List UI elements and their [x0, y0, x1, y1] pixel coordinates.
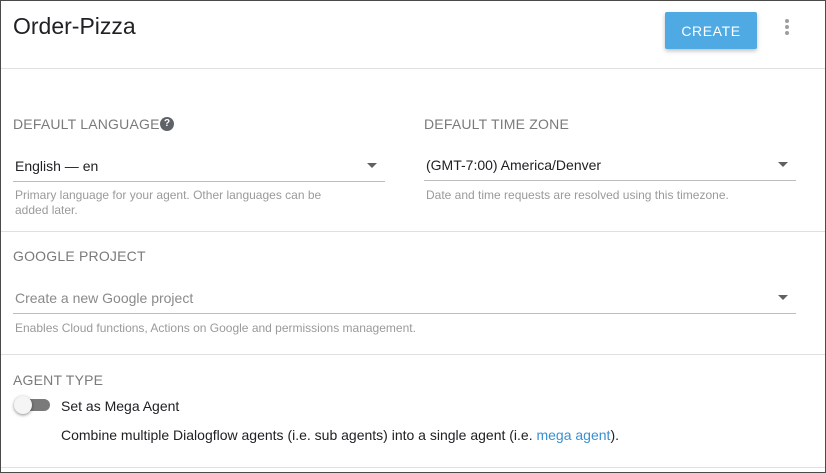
- default-language-value: English — en: [15, 158, 99, 174]
- default-time-zone-label: DEFAULT TIME ZONE: [424, 116, 569, 132]
- section-divider: [1, 354, 825, 355]
- default-language-hint-line-2: added later.: [15, 203, 78, 217]
- mega-agent-toggle-label: Set as Mega Agent: [61, 398, 180, 414]
- google-project-label: GOOGLE PROJECT: [13, 248, 146, 264]
- toggle-thumb: [14, 396, 32, 414]
- agent-name-title: Order-Pizza: [13, 13, 136, 39]
- default-language-hint-line-1: Primary language for your agent. Other l…: [15, 188, 322, 202]
- default-time-zone-value: (GMT-7:00) America/Denver: [426, 157, 602, 173]
- more-options-icon[interactable]: [779, 17, 795, 39]
- description-text-end: ).: [610, 427, 619, 443]
- header: Order-Pizza CREATE: [1, 1, 825, 69]
- agent-type-description: Combine multiple Dialogflow agents (i.e.…: [61, 427, 619, 443]
- create-button[interactable]: CREATE: [665, 12, 757, 49]
- mega-agent-link[interactable]: mega agent: [536, 427, 610, 443]
- agent-type-label: AGENT TYPE: [13, 372, 104, 388]
- google-project-placeholder: Create a new Google project: [15, 290, 194, 306]
- default-language-hint: Primary language for your agent. Other l…: [15, 188, 385, 218]
- mega-agent-toggle[interactable]: [14, 396, 50, 414]
- agent-settings-panel: Order-Pizza CREATE DEFAULT LANGUAGE ? En…: [0, 0, 826, 473]
- google-project-select[interactable]: Create a new Google project: [13, 284, 796, 314]
- dropdown-arrow-icon: [778, 295, 788, 300]
- default-language-select[interactable]: English — en: [13, 152, 385, 182]
- section-divider: [1, 467, 825, 468]
- default-language-label: DEFAULT LANGUAGE: [13, 116, 160, 132]
- description-text: Combine multiple Dialogflow agents (i.e.…: [61, 427, 537, 443]
- default-time-zone-hint: Date and time requests are resolved usin…: [426, 188, 729, 202]
- help-icon[interactable]: ?: [160, 117, 174, 131]
- google-project-hint: Enables Cloud functions, Actions on Goog…: [15, 321, 416, 335]
- dropdown-arrow-icon: [367, 163, 377, 168]
- section-divider: [1, 231, 825, 232]
- default-time-zone-select[interactable]: (GMT-7:00) America/Denver: [424, 151, 796, 181]
- dropdown-arrow-icon: [778, 162, 788, 167]
